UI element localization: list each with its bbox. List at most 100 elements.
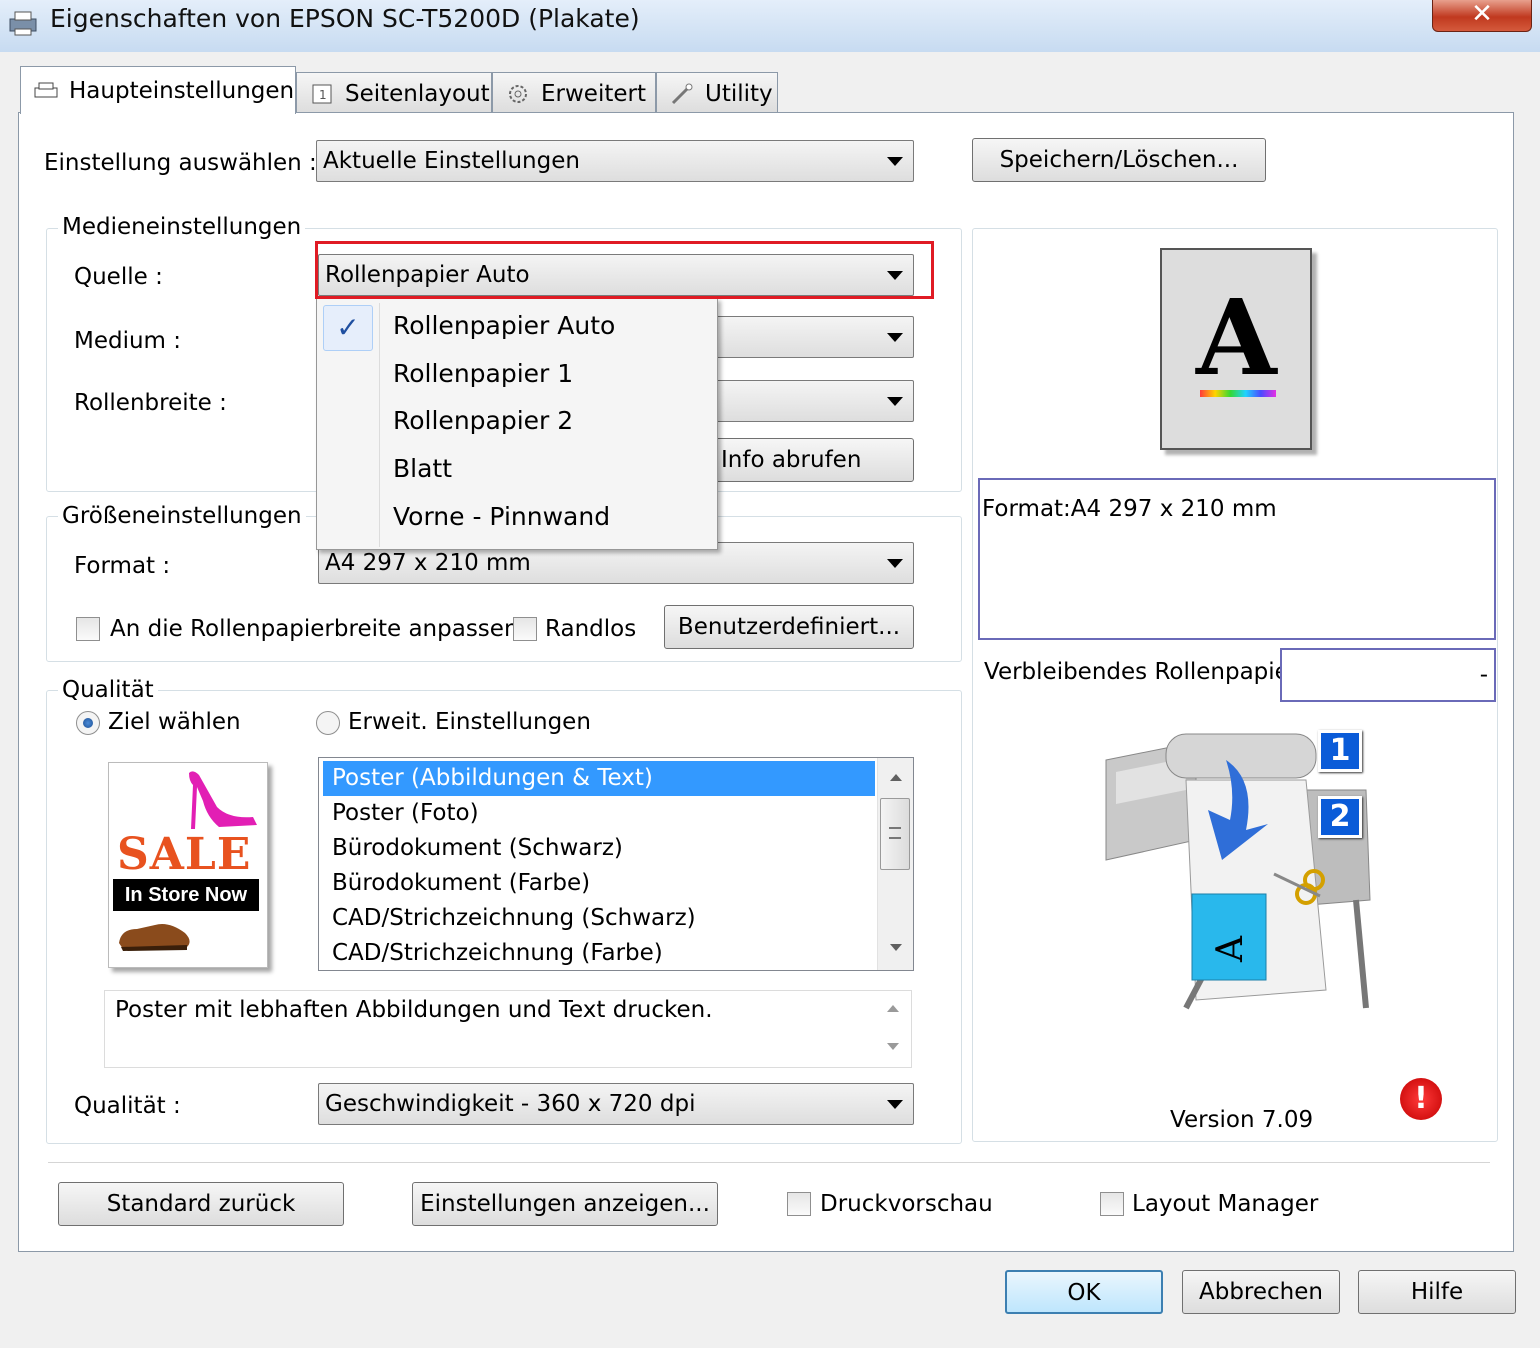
close-button[interactable]: ✕ xyxy=(1432,0,1532,32)
remaining-roll-field: - xyxy=(1280,648,1496,702)
svg-text:A: A xyxy=(1210,935,1251,963)
quality-group-title: Qualität xyxy=(58,677,158,703)
target-description-box: Poster mit lebhaften Abbildungen und Tex… xyxy=(104,990,912,1068)
list-item[interactable]: Bürodokument (Farbe) xyxy=(323,866,875,901)
printer-app-icon xyxy=(9,11,37,36)
print-preview-label: Druckvorschau xyxy=(820,1191,993,1217)
grip-icon xyxy=(889,827,901,839)
fit-roll-checkbox[interactable] xyxy=(76,617,100,641)
wrench-icon xyxy=(671,83,693,104)
page-preview: A xyxy=(1160,248,1312,450)
scroll-up-icon[interactable] xyxy=(887,1005,899,1012)
source-option[interactable]: Rollenpapier Auto xyxy=(393,311,615,340)
list-item[interactable]: Bürodokument (Schwarz) xyxy=(323,831,875,866)
advanced-radio[interactable] xyxy=(316,711,340,735)
roll-badge-1: 1 xyxy=(1318,730,1362,772)
source-option[interactable]: Blatt xyxy=(393,454,452,483)
show-settings-button[interactable]: Einstellungen anzeigen... xyxy=(412,1182,718,1226)
print-preview-checkbox[interactable] xyxy=(787,1192,811,1216)
tab-label: Haupteinstellungen xyxy=(69,77,295,104)
quality-label: Qualität : xyxy=(74,1093,181,1119)
target-description: Poster mit lebhaften Abbildungen und Tex… xyxy=(115,997,713,1023)
tab-seitenlayout[interactable]: 1 Seitenlayout xyxy=(296,72,492,114)
setting-select-label: Einstellung auswählen : xyxy=(44,150,317,176)
custom-size-button[interactable]: Benutzerdefiniert... xyxy=(664,605,914,649)
scroll-thumb[interactable] xyxy=(880,798,910,870)
borderless-checkbox[interactable] xyxy=(513,617,537,641)
medium-label: Medium : xyxy=(74,328,182,354)
save-delete-button[interactable]: Speichern/Löschen... xyxy=(972,138,1266,182)
list-item[interactable]: Poster (Abbildungen & Text) xyxy=(323,761,875,796)
advanced-radio-label: Erweit. Einstellungen xyxy=(348,709,591,735)
remaining-roll-value: - xyxy=(1479,662,1488,688)
title-bar: Eigenschaften von EPSON SC-T5200D (Plaka… xyxy=(0,0,1540,52)
page-layout-icon: 1 xyxy=(312,84,332,103)
list-item[interactable]: CAD/Strichzeichnung (Schwarz) xyxy=(323,901,875,936)
target-radio-label: Ziel wählen xyxy=(108,709,241,735)
target-radio[interactable] xyxy=(76,711,100,735)
tab-erweitert[interactable]: Erweitert xyxy=(492,72,656,114)
scroll-up-icon[interactable] xyxy=(890,774,902,781)
remaining-roll-label: Verbleibendes Rollenpapier: xyxy=(984,659,1306,685)
chevron-down-icon xyxy=(887,333,903,342)
tab-haupteinstellungen[interactable]: Haupteinstellungen xyxy=(20,66,296,114)
info-button-label: Info abrufen xyxy=(721,447,862,473)
divider xyxy=(48,1162,1490,1164)
setting-select-combo[interactable]: Aktuelle Einstellungen xyxy=(316,140,914,182)
roll-badge-2: 2 xyxy=(1318,796,1362,838)
format-info-text: Format:A4 297 x 210 mm xyxy=(982,496,1277,522)
list-item[interactable]: Poster (Foto) xyxy=(323,796,875,831)
chevron-down-icon xyxy=(887,559,903,568)
cancel-button[interactable]: Abbrechen xyxy=(1182,1270,1340,1314)
layout-manager-checkbox[interactable] xyxy=(1100,1192,1124,1216)
chevron-down-icon xyxy=(887,397,903,406)
source-dropdown-list: ✓ Rollenpapier Auto Rollenpapier 1 Rolle… xyxy=(316,298,718,550)
media-group-title: Medieneinstellungen xyxy=(58,214,306,240)
high-heel-icon xyxy=(189,771,257,829)
layout-manager-label: Layout Manager xyxy=(1132,1191,1319,1217)
reset-defaults-button[interactable]: Standard zurück xyxy=(58,1182,344,1226)
printer-icon xyxy=(34,82,58,97)
sale-banner: In Store Now xyxy=(113,879,259,911)
target-listbox[interactable]: Poster (Abbildungen & Text) Poster (Foto… xyxy=(318,757,914,971)
source-highlight-frame xyxy=(315,241,934,299)
fit-roll-label: An die Rollenpapierbreite anpassen xyxy=(110,616,519,642)
target-list-scrollbar[interactable] xyxy=(877,758,913,970)
tab-label: Seitenlayout xyxy=(345,80,490,107)
target-preview-image: SALE In Store Now xyxy=(108,762,268,968)
dropdown-gutter-divider xyxy=(379,303,380,547)
shoe-icon xyxy=(119,924,190,951)
format-info-box: Format:A4 297 x 210 mm xyxy=(978,478,1496,640)
format-label: Format : xyxy=(74,553,171,579)
help-button[interactable]: Hilfe xyxy=(1358,1270,1516,1314)
gear-icon xyxy=(509,84,527,103)
alert-icon[interactable]: ! xyxy=(1400,1078,1442,1120)
tab-utility[interactable]: Utility xyxy=(656,72,778,114)
tab-label: Utility xyxy=(705,80,773,107)
setting-select-value: Aktuelle Einstellungen xyxy=(323,148,580,174)
tab-label: Erweitert xyxy=(541,80,646,107)
sale-text: SALE xyxy=(117,829,252,880)
driver-version: Version 7.09 xyxy=(1170,1107,1314,1133)
svg-text:1: 1 xyxy=(319,88,327,102)
color-bar xyxy=(1200,390,1276,397)
source-option[interactable]: Vorne - Pinnwand xyxy=(393,502,610,531)
chevron-down-icon xyxy=(887,1100,903,1109)
page-preview-letter: A xyxy=(1196,276,1277,399)
scroll-down-icon[interactable] xyxy=(887,1043,899,1050)
window-title: Eigenschaften von EPSON SC-T5200D (Plaka… xyxy=(50,4,640,33)
rollwidth-label: Rollenbreite : xyxy=(74,390,227,416)
borderless-label: Randlos xyxy=(545,616,637,642)
list-item[interactable]: CAD/Strichzeichnung (Farbe) xyxy=(323,936,875,970)
size-group-title: Größeneinstellungen xyxy=(58,503,306,529)
quality-value: Geschwindigkeit - 360 x 720 dpi xyxy=(325,1091,696,1117)
quality-combo[interactable]: Geschwindigkeit - 360 x 720 dpi xyxy=(318,1083,914,1125)
source-label: Quelle : xyxy=(74,264,163,290)
format-value: A4 297 x 210 mm xyxy=(325,550,531,576)
description-scrollbar[interactable] xyxy=(875,991,911,1067)
source-option[interactable]: Rollenpapier 1 xyxy=(393,359,573,388)
scroll-down-icon[interactable] xyxy=(890,944,902,951)
ok-button[interactable]: OK xyxy=(1005,1270,1163,1314)
source-option[interactable]: Rollenpapier 2 xyxy=(393,406,573,435)
checkmark-icon: ✓ xyxy=(323,305,373,351)
